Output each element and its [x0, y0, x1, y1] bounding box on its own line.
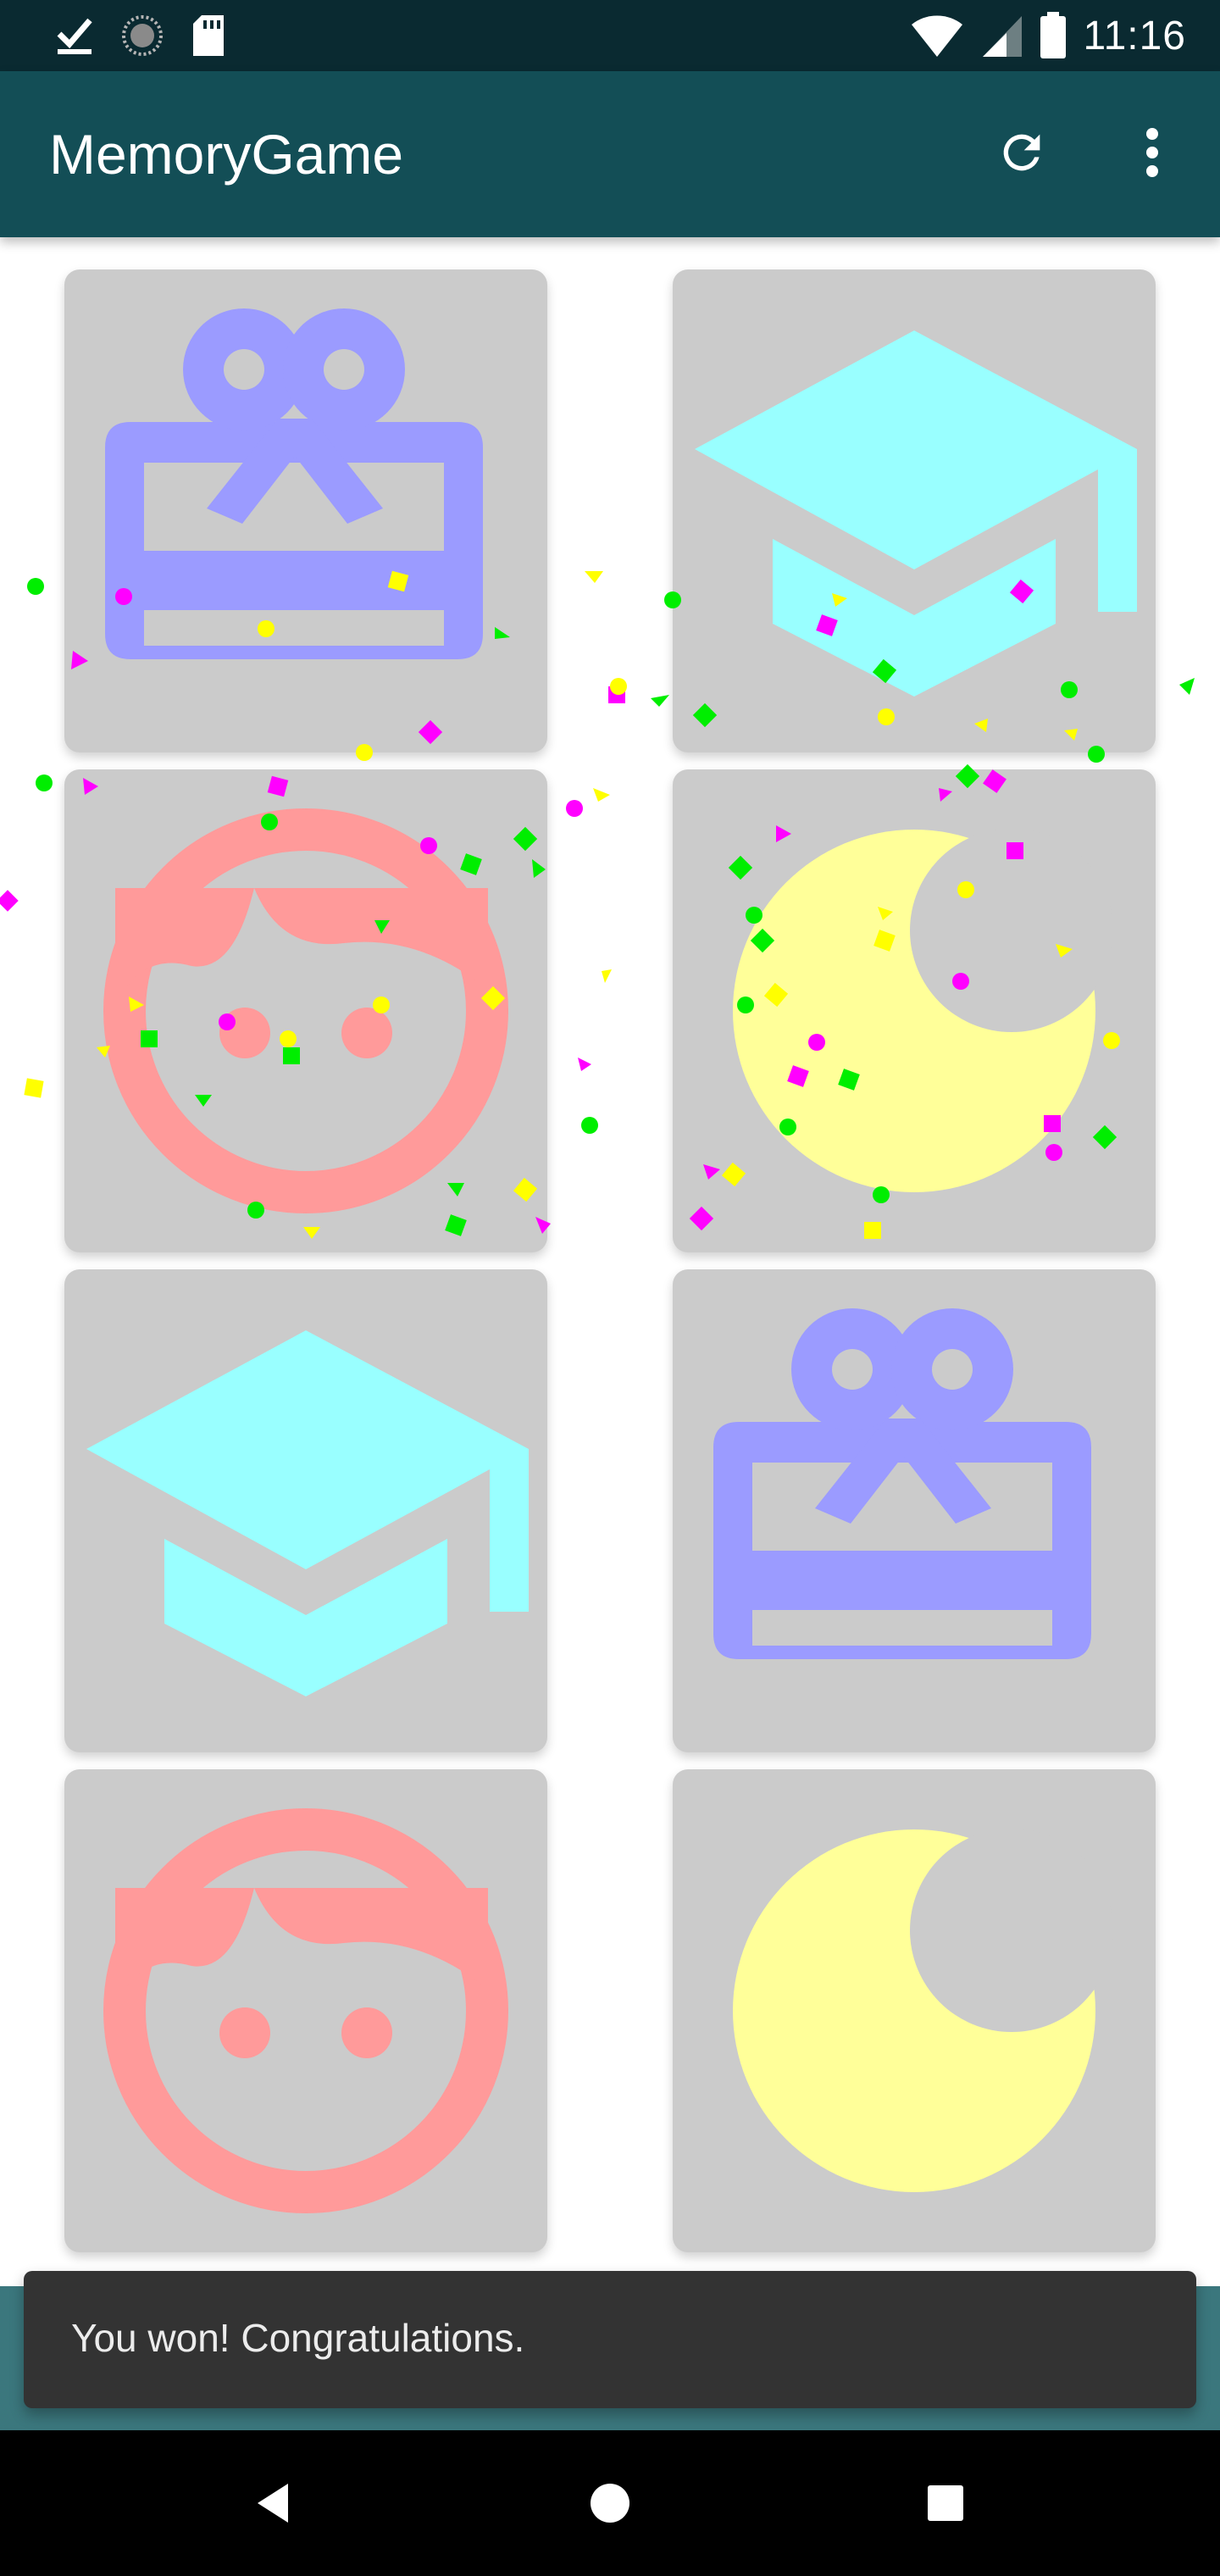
gift-card-icon — [105, 308, 483, 659]
memory-card[interactable] — [64, 1769, 547, 2252]
moon-icon — [733, 1829, 1113, 2192]
face-icon — [103, 1808, 508, 2213]
cellular-icon — [983, 16, 1023, 57]
memory-card[interactable] — [673, 1269, 1156, 1752]
memory-card[interactable] — [64, 269, 547, 752]
sd-card-icon — [193, 15, 224, 56]
recents-icon — [928, 2485, 963, 2521]
memory-card[interactable] — [673, 1769, 1156, 2252]
home-icon — [591, 2484, 629, 2523]
home-button[interactable] — [568, 2461, 652, 2545]
sync-icon — [122, 15, 163, 56]
snackbar-message: You won! Congratulations. — [71, 2316, 525, 2360]
graduation-cap-icon — [86, 1330, 529, 1696]
memory-card[interactable] — [673, 269, 1156, 752]
moon-icon — [733, 829, 1113, 1192]
battery-icon — [1040, 12, 1067, 58]
check-download-icon — [57, 18, 92, 54]
overflow-menu-button[interactable] — [1110, 110, 1195, 195]
wifi-icon — [912, 15, 963, 58]
overflow-menu-icon — [1146, 128, 1158, 177]
refresh-icon — [1003, 134, 1040, 171]
face-icon — [103, 808, 508, 1213]
app-title: MemoryGame — [49, 123, 404, 186]
gift-card-icon — [713, 1308, 1091, 1659]
graduation-cap-icon — [695, 330, 1137, 697]
memory-card[interactable] — [64, 1269, 547, 1752]
memory-card[interactable] — [673, 769, 1156, 1252]
app-bar: MemoryGame — [0, 71, 1220, 237]
refresh-button[interactable] — [979, 110, 1064, 195]
navigation-bar — [0, 2430, 1220, 2576]
status-bar: 11:16 — [0, 0, 1220, 71]
back-button[interactable] — [230, 2461, 315, 2545]
status-time: 11:16 — [1083, 13, 1186, 58]
back-icon — [258, 2484, 288, 2523]
memory-card[interactable] — [64, 769, 547, 1252]
recents-button[interactable] — [903, 2461, 988, 2545]
snackbar: You won! Congratulations. — [24, 2271, 1196, 2408]
